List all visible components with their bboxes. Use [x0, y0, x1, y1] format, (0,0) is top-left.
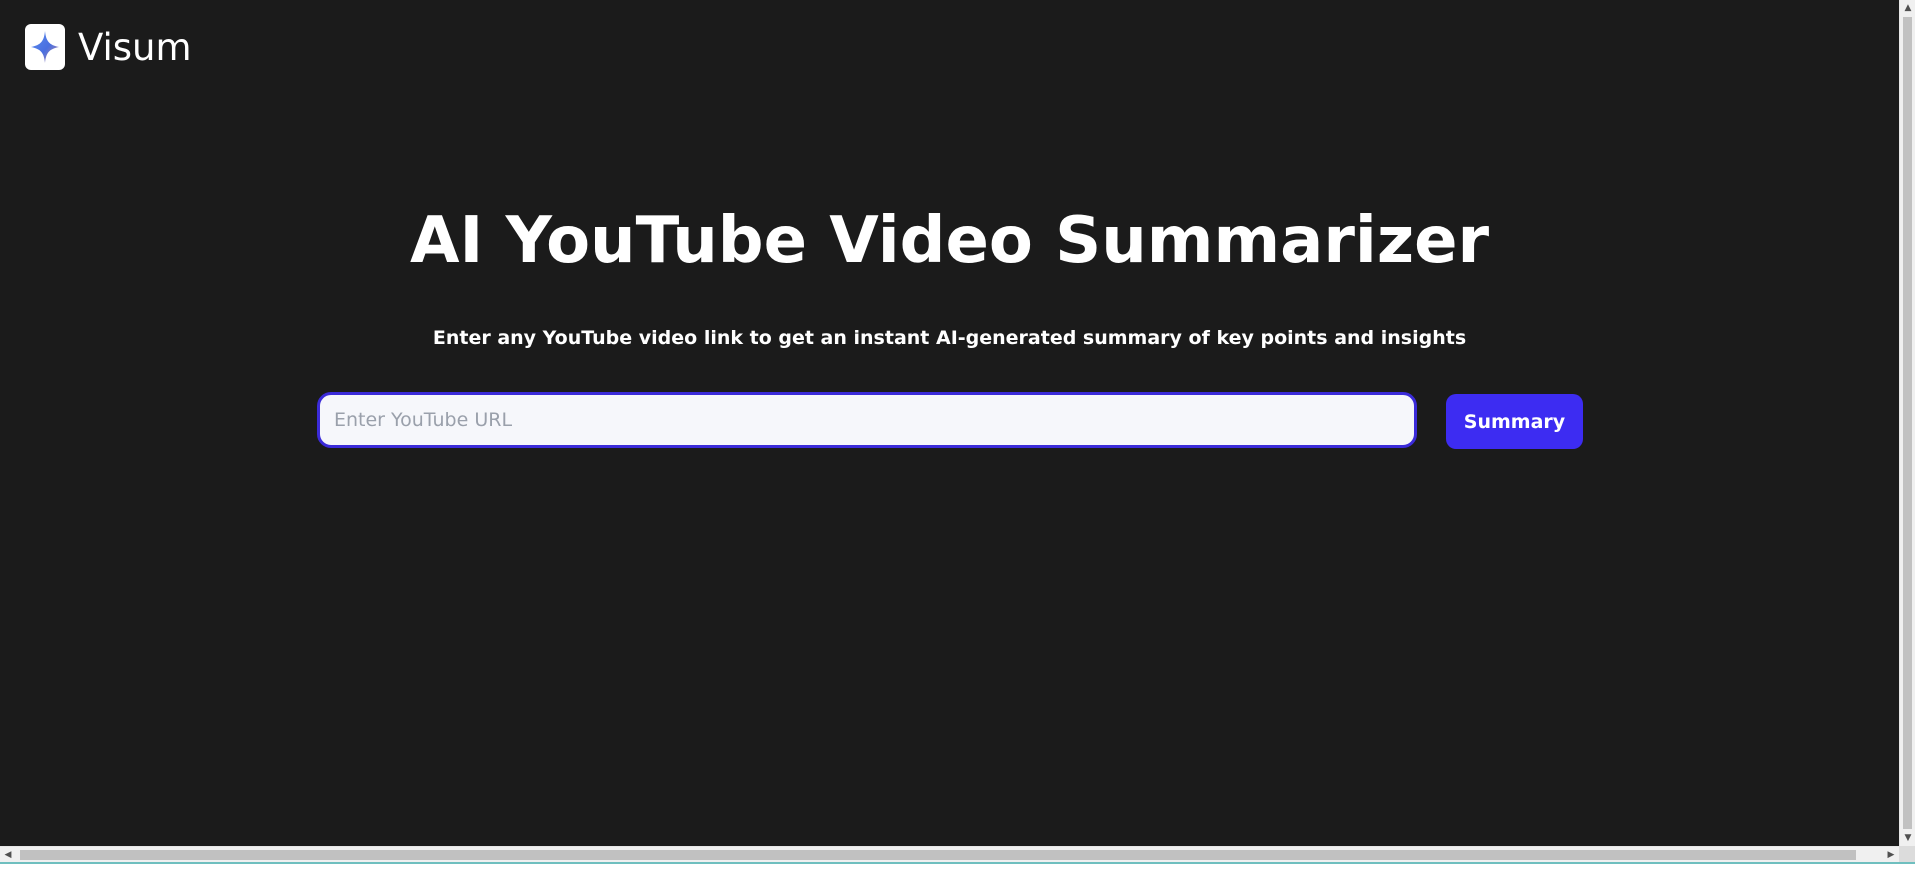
scrollbar-corner [1899, 846, 1915, 862]
vertical-scroll-thumb[interactable] [1903, 17, 1912, 829]
brand[interactable]: Visum [25, 24, 192, 70]
vertical-scrollbar[interactable]: ▲ ▼ [1899, 0, 1915, 846]
page: Visum AI YouTube Video Summarizer Enter … [0, 0, 1899, 846]
sparkle-icon [31, 31, 59, 63]
window-bottom-edge [0, 862, 1915, 870]
brand-name: Visum [78, 25, 192, 69]
logo [25, 24, 65, 70]
page-subtitle: Enter any YouTube video link to get an i… [432, 327, 1467, 349]
scroll-up-arrow-icon[interactable]: ▲ [1900, 0, 1915, 16]
summary-button[interactable]: Summary [1446, 394, 1583, 449]
youtube-url-input[interactable] [317, 392, 1417, 448]
page-title: AI YouTube Video Summarizer [409, 204, 1490, 278]
scroll-right-arrow-icon[interactable]: ▶ [1883, 847, 1899, 863]
scroll-down-arrow-icon[interactable]: ▼ [1900, 830, 1915, 846]
horizontal-scrollbar[interactable]: ◀ ▶ [0, 846, 1899, 862]
horizontal-scroll-thumb[interactable] [20, 850, 1856, 860]
scroll-left-arrow-icon[interactable]: ◀ [0, 847, 16, 863]
